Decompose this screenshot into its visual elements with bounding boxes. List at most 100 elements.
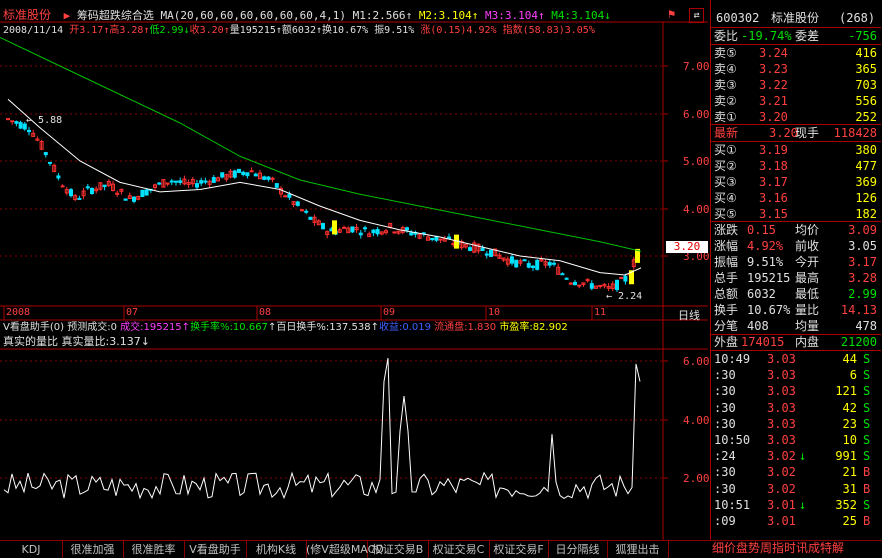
indicator-tab[interactable]: (修V超级MACD — [306, 541, 384, 558]
candle-body — [300, 209, 304, 212]
tick-row[interactable]: :09 3.01 25 B — [711, 513, 881, 529]
tick-row[interactable]: :30 3.03 121 S — [711, 383, 881, 399]
stat-value: 3.28 — [848, 271, 877, 285]
order-row[interactable]: 买② 3.18 477 — [711, 158, 881, 174]
tick-row[interactable]: 10:50 3.03 10 S — [711, 432, 881, 448]
tick-row[interactable]: :24 3.02 ↓ 991 S — [711, 448, 881, 464]
footer-info-link[interactable]: 细价盘势周指时讯成特解 — [712, 540, 844, 557]
indicator-tab[interactable]: 权证交易B — [367, 541, 429, 558]
candle-body — [283, 195, 288, 198]
candle-body — [262, 176, 267, 180]
order-row[interactable]: 卖② 3.21 556 — [711, 93, 881, 109]
stat-row: 涨跌 0.15 均价 3.09 — [711, 222, 881, 238]
candle-body — [245, 172, 250, 177]
order-row[interactable]: 卖① 3.20 252 — [711, 109, 881, 125]
tick-row[interactable]: :30 3.03 42 S — [711, 400, 881, 416]
candle-body — [60, 185, 65, 188]
tick-row[interactable]: :30 3.02 31 B — [711, 481, 881, 497]
kline-chart[interactable] — [0, 0, 708, 540]
last-label: 最新 — [714, 126, 739, 140]
tick-time: :30 — [714, 481, 736, 496]
indicator-tab[interactable]: KDJ — [0, 541, 63, 558]
tick-row[interactable]: :30 3.03 23 S — [711, 416, 881, 432]
stat-value: 10.67% — [747, 303, 791, 317]
tick-arrow-icon: ↓ — [799, 449, 807, 464]
tick-price: 3.03 — [767, 400, 796, 415]
formula-title[interactable]: 筹码超跌综合选 — [77, 9, 154, 22]
stat-value: 14.13 — [840, 303, 877, 317]
order-label: 买⑤ — [714, 207, 737, 221]
candle-body — [27, 129, 31, 133]
candle-body — [18, 122, 23, 129]
sub-chart-name[interactable]: 真实的量比 — [3, 335, 58, 348]
ma-m2: M2:3.104 — [418, 9, 472, 22]
indicator-line: V看盘助手(0) 预测成交:0 成交:195215↑换手率%:10.667↑百日… — [3, 322, 568, 333]
stock-name[interactable]: 标准股份 — [3, 8, 51, 22]
indicator-tab[interactable]: V看盘助手 — [184, 541, 247, 558]
stat-label: 均价 — [795, 223, 820, 237]
candle-body — [564, 277, 569, 280]
time-label: 2008 — [6, 307, 31, 318]
tick-price: 3.02 — [767, 465, 796, 480]
ma-m4: M4:3.104 — [551, 9, 605, 22]
order-row[interactable]: 买④ 3.16 126 — [711, 190, 881, 206]
indicator-tab[interactable]: 很准加强 — [62, 541, 124, 558]
tick-time: 10:51 — [714, 497, 751, 512]
candle-body — [489, 249, 493, 257]
tick-time: :30 — [714, 368, 736, 383]
inner-value: 21200 — [840, 335, 877, 349]
candle-body — [178, 180, 183, 183]
order-row[interactable]: 卖④ 3.23 365 — [711, 61, 881, 77]
period-label[interactable]: 日线 — [678, 307, 700, 323]
order-row[interactable]: 卖⑤ 3.24 416 — [711, 45, 881, 61]
candle-body — [568, 282, 573, 285]
order-row[interactable]: 买⑤ 3.15 182 — [711, 206, 881, 222]
toggle-panel-icon[interactable]: ⇄ — [689, 8, 704, 23]
candle-body — [69, 189, 73, 197]
stat-value: 3.09 — [848, 223, 877, 237]
sub-axis-tick: 2.00 — [683, 472, 710, 485]
order-row[interactable]: 卖③ 3.22 703 — [711, 77, 881, 93]
order-label: 卖② — [714, 94, 737, 108]
tick-price: 3.03 — [767, 416, 796, 431]
indicator-tab[interactable]: 日分隔线 — [548, 541, 608, 558]
tick-volume: 10 — [842, 433, 857, 447]
chart-area[interactable]: 标准股份 ▶ 筹码超跌综合选 MA(20,60,60,60,60,60,60,4… — [0, 0, 710, 540]
order-row[interactable]: 买③ 3.17 369 — [711, 174, 881, 190]
panel-stock-name: 标准股份 — [771, 11, 820, 25]
tick-volume: 31 — [842, 481, 857, 496]
time-label: 08 — [259, 307, 272, 318]
tick-row[interactable]: 10:51 3.01 ↓ 352 S — [711, 497, 881, 513]
candle-body — [552, 262, 556, 265]
indicator-name[interactable]: V看盘助手(0) — [3, 322, 64, 333]
formula-arrow-icon[interactable]: ▶ — [64, 9, 71, 22]
indicator-tab[interactable]: 权证交易F — [489, 541, 549, 558]
tick-row[interactable]: :30 3.02 21 B — [711, 464, 881, 480]
tick-price: 3.01 — [767, 497, 796, 512]
indicator-tab[interactable]: 狐狸出击 — [607, 541, 669, 558]
info-high: 高3.28 — [109, 25, 144, 36]
candle-body — [199, 180, 204, 184]
tick-volume: 121 — [835, 384, 857, 399]
tick-price: 3.02 — [767, 449, 796, 464]
tick-volume: 991 — [835, 449, 857, 464]
indicator-tab[interactable]: 很准胜率 — [123, 541, 185, 558]
stat-label: 今开 — [795, 255, 820, 269]
candle-body — [195, 183, 199, 188]
stat-value: 3.17 — [848, 255, 877, 269]
indicator-tab[interactable]: 机构K线 — [246, 541, 307, 558]
order-label: 买① — [714, 143, 737, 157]
tick-row[interactable]: 10:49 3.03 44 S — [711, 351, 881, 367]
hand-value: 118428 — [833, 126, 877, 140]
tick-volume: 42 — [842, 400, 857, 415]
tick-row[interactable]: :30 3.03 6 S — [711, 367, 881, 383]
indicator-tab[interactable]: 权证交易C — [428, 541, 490, 558]
tick-price: 3.01 — [767, 514, 796, 528]
price-tick: 7.00 — [683, 60, 710, 73]
candle-body — [547, 262, 552, 266]
order-volume: 703 — [855, 78, 877, 92]
ratio-label: 委比 — [714, 29, 739, 43]
stat-label: 最低 — [795, 287, 820, 301]
flag-icon[interactable]: ⚑ — [668, 8, 681, 21]
order-row[interactable]: 买① 3.19 380 — [711, 142, 881, 158]
